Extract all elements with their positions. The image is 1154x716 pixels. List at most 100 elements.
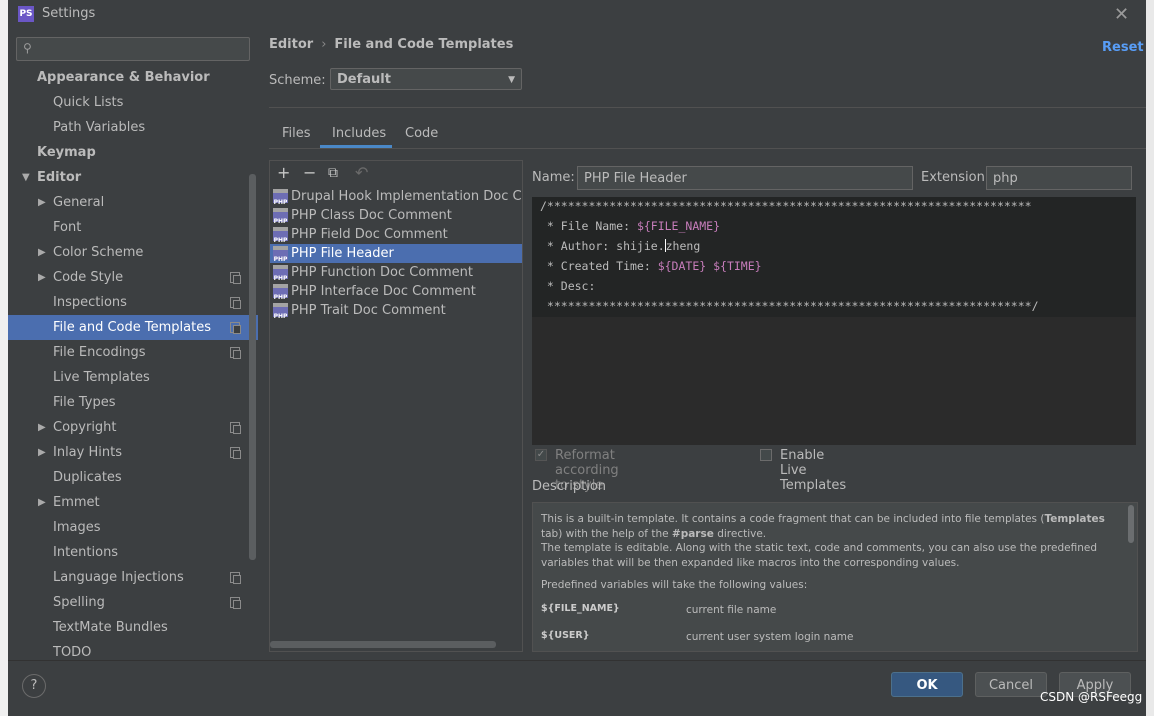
phpstorm-icon: PS [18, 6, 34, 22]
desc-paragraph: Predefined variables will take the follo… [541, 579, 808, 591]
chevron-right-icon[interactable]: ▶ [38, 240, 46, 265]
sidebar-item-keymap[interactable]: Keymap [8, 140, 258, 165]
code-line: /***************************************… [540, 199, 1032, 213]
sidebar-item-font[interactable]: Font [8, 215, 258, 240]
sidebar-item-path-variables[interactable]: Path Variables [8, 115, 258, 140]
divider [269, 107, 1146, 108]
tab-includes[interactable]: Includes [332, 126, 386, 141]
cancel-button[interactable]: Cancel [975, 672, 1047, 697]
sidebar-item-file-and-code-templates[interactable]: File and Code Templates [8, 315, 258, 340]
watermark: CSDN @RSFeegg [1040, 690, 1143, 704]
live-templates-checkbox[interactable] [760, 449, 772, 461]
template-code-editor[interactable]: /***************************************… [532, 197, 1136, 445]
code-text: zheng [665, 239, 701, 253]
sidebar-item-label: Spelling [53, 595, 105, 610]
project-scope-icon [230, 297, 241, 309]
sidebar-item-label: General [53, 195, 105, 210]
sidebar-item-emmet[interactable]: ▶ Emmet [8, 490, 258, 515]
breadcrumb-parent[interactable]: Editor [269, 37, 313, 52]
sidebar-item-live-templates[interactable]: Live Templates [8, 365, 258, 390]
php-file-icon: PHP [273, 227, 288, 244]
chevron-down-icon: ▼ [508, 75, 515, 85]
template-list-item[interactable]: PHP PHP Class Doc Comment [270, 206, 522, 225]
copy-icon[interactable]: ⧉ [328, 165, 338, 181]
sidebar-item-label: Inspections [53, 295, 127, 310]
sidebar-item-images[interactable]: Images [8, 515, 258, 540]
breadcrumb-current: File and Code Templates [334, 37, 514, 52]
sidebar-item-intentions[interactable]: Intentions [8, 540, 258, 565]
template-list-item[interactable]: PHP PHP File Header [270, 244, 522, 263]
sidebar-item-copyright[interactable]: ▶ Copyright [8, 415, 258, 440]
template-name: PHP Field Doc Comment [291, 227, 448, 242]
php-file-icon: PHP [273, 189, 288, 206]
code-line: * Desc: [540, 279, 596, 293]
template-list-item[interactable]: PHP PHP Field Doc Comment [270, 225, 522, 244]
desc-paragraph: The template is editable. Along with the… [541, 542, 1097, 569]
sidebar-scrollbar[interactable] [249, 174, 256, 560]
sidebar-item-language-injections[interactable]: Language Injections [8, 565, 258, 590]
sidebar-item-file-encodings[interactable]: File Encodings [8, 340, 258, 365]
add-icon[interactable]: + [277, 163, 290, 182]
help-button[interactable]: ? [22, 674, 46, 698]
chevron-right-icon[interactable]: ▶ [38, 265, 46, 290]
sidebar-item-general[interactable]: ▶ General [8, 190, 258, 215]
sidebar-item-label: Copyright [53, 420, 117, 435]
desc-text-part: directive. [713, 527, 767, 540]
chevron-right-icon[interactable]: ▶ [38, 440, 46, 465]
desc-variable-value: current file name [686, 604, 777, 616]
search-input[interactable]: ⚲ [16, 37, 250, 61]
sidebar-item-editor[interactable]: ▼ Editor [8, 165, 258, 190]
sidebar-item-duplicates[interactable]: Duplicates [8, 465, 258, 490]
sidebar-item-spelling[interactable]: Spelling [8, 590, 258, 615]
template-name: PHP Function Doc Comment [291, 265, 473, 280]
description-text: This is a built-in template. It contains… [541, 512, 1121, 593]
sidebar-item-inlay-hints[interactable]: ▶ Inlay Hints [8, 440, 258, 465]
sidebar-item-color-scheme[interactable]: ▶ Color Scheme [8, 240, 258, 265]
code-variable: ${DATE} [657, 259, 707, 273]
template-list-item[interactable]: PHP PHP Trait Doc Comment [270, 301, 522, 320]
sidebar-item-textmate-bundles[interactable]: TextMate Bundles [8, 615, 258, 640]
sidebar-item-code-style[interactable]: ▶ Code Style [8, 265, 258, 290]
description-label: Description [532, 479, 607, 494]
list-scrollbar[interactable] [270, 641, 496, 648]
sidebar-item-file-types[interactable]: File Types [8, 390, 258, 415]
sidebar-item-label: File Encodings [53, 345, 146, 360]
tab-code[interactable]: Code [405, 126, 438, 141]
chevron-right-icon[interactable]: ▶ [38, 415, 46, 440]
sidebar-item-appearance-behavior[interactable]: Appearance & Behavior [8, 65, 258, 90]
description-scrollbar[interactable] [1128, 505, 1134, 543]
reset-link[interactable]: Reset [1102, 40, 1144, 55]
template-list-item[interactable]: PHP PHP Function Doc Comment [270, 263, 522, 282]
template-list-item[interactable]: PHP PHP Interface Doc Comment [270, 282, 522, 301]
sidebar-item-label: File and Code Templates [53, 320, 211, 335]
sidebar-item-label: Editor [37, 170, 82, 185]
project-scope-icon [230, 422, 241, 434]
remove-icon[interactable]: − [303, 163, 316, 182]
tab-files[interactable]: Files [282, 126, 311, 141]
code-line: ****************************************… [540, 299, 1039, 313]
project-scope-icon [230, 572, 241, 584]
chevron-right-icon[interactable]: ▶ [38, 490, 46, 515]
undo-icon[interactable]: ↶ [355, 163, 368, 182]
extension-field[interactable]: php [986, 166, 1132, 190]
extension-label: Extension: [921, 170, 990, 185]
sidebar-item-label: TextMate Bundles [53, 620, 168, 635]
sidebar-item-quick-lists[interactable]: Quick Lists [8, 90, 258, 115]
sidebar-item-inspections[interactable]: Inspections [8, 290, 258, 315]
desc-variable-value: current user system login name [686, 631, 854, 643]
ok-button[interactable]: OK [891, 672, 963, 697]
name-field[interactable]: PHP File Header [577, 166, 913, 190]
sidebar-item-label: Keymap [37, 145, 96, 160]
sidebar-item-todo[interactable]: TODO [8, 640, 258, 665]
reformat-checkbox[interactable]: ✓ [535, 449, 547, 461]
search-icon: ⚲ [23, 41, 32, 55]
code-variable: ${TIME} [713, 259, 762, 273]
chevron-right-icon[interactable]: ▶ [38, 190, 46, 215]
name-label: Name: [532, 170, 575, 185]
sidebar-item-label: TODO [53, 645, 92, 660]
template-list-item[interactable]: PHPDrupal Hook Implementation Doc Commen… [270, 187, 522, 206]
scheme-dropdown[interactable]: Default ▼ [330, 68, 522, 90]
code-text: * Created Time: [540, 259, 658, 273]
close-icon[interactable]: ✕ [1114, 4, 1129, 25]
chevron-down-icon[interactable]: ▼ [22, 165, 30, 190]
